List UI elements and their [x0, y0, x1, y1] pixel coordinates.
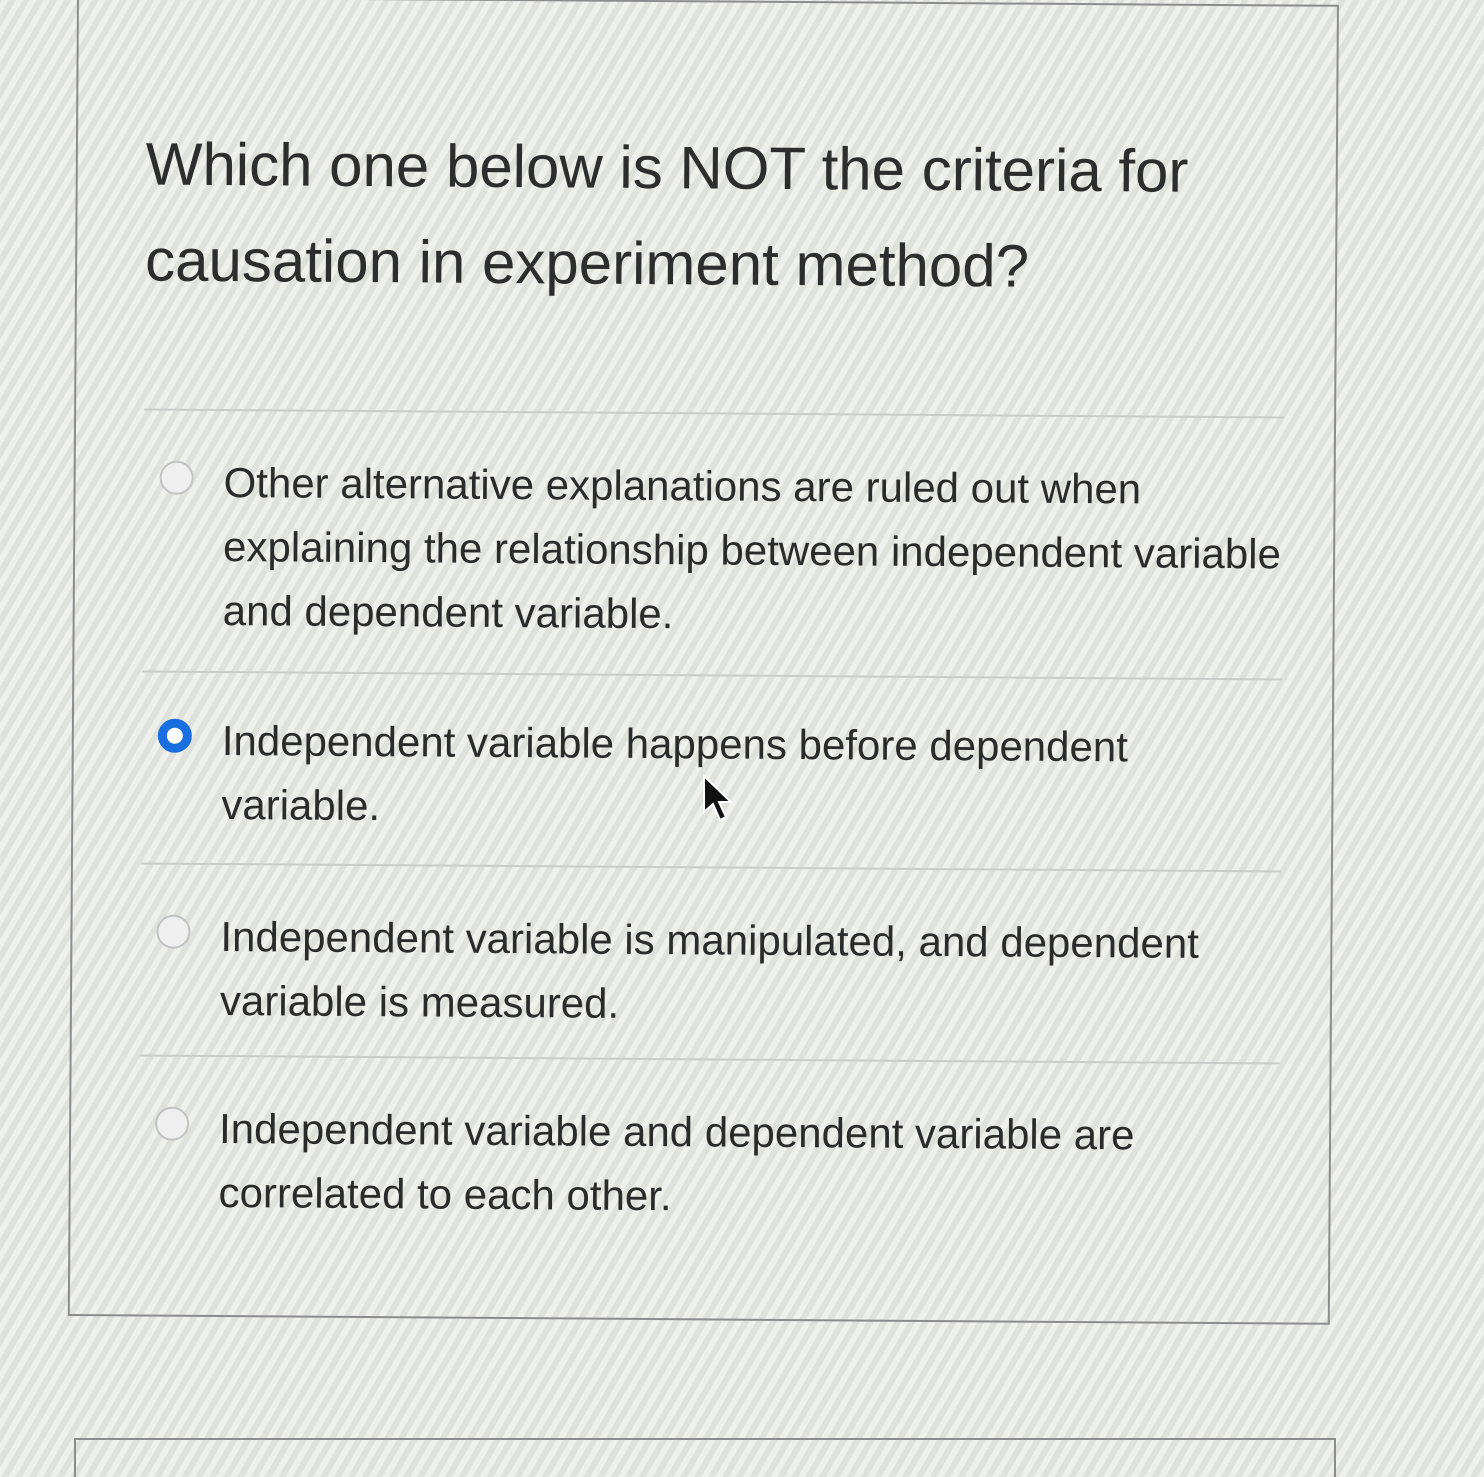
answer-option-1[interactable]: Other alternative explanations are ruled…	[142, 410, 1284, 678]
answer-option-2[interactable]: Independent variable happens before depe…	[141, 672, 1282, 870]
answer-option-4-label: Independent variable and dependent varia…	[218, 1105, 1135, 1220]
answer-list: Other alternative explanations are ruled…	[138, 408, 1285, 1244]
radio-button-1[interactable]	[159, 460, 194, 495]
question-card: Which one below is NOT the criteria for …	[67, 0, 1339, 1325]
answer-option-4[interactable]: Independent variable and dependent varia…	[138, 1056, 1279, 1244]
question-text: Which one below is NOT the criteria for …	[144, 130, 1189, 300]
answer-option-3[interactable]: Independent variable is manipulated, and…	[140, 864, 1281, 1062]
next-question-card	[74, 1438, 1336, 1477]
answer-option-3-label: Independent variable is manipulated, and…	[219, 913, 1200, 1027]
mouse-pointer-icon	[703, 774, 734, 822]
radio-button-2-selected[interactable]	[157, 718, 192, 753]
radio-button-4[interactable]	[155, 1106, 190, 1141]
answer-option-1-label: Other alternative explanations are ruled…	[222, 459, 1282, 638]
answer-option-2-label: Independent variable happens before depe…	[221, 717, 1129, 830]
radio-button-3[interactable]	[156, 914, 191, 949]
